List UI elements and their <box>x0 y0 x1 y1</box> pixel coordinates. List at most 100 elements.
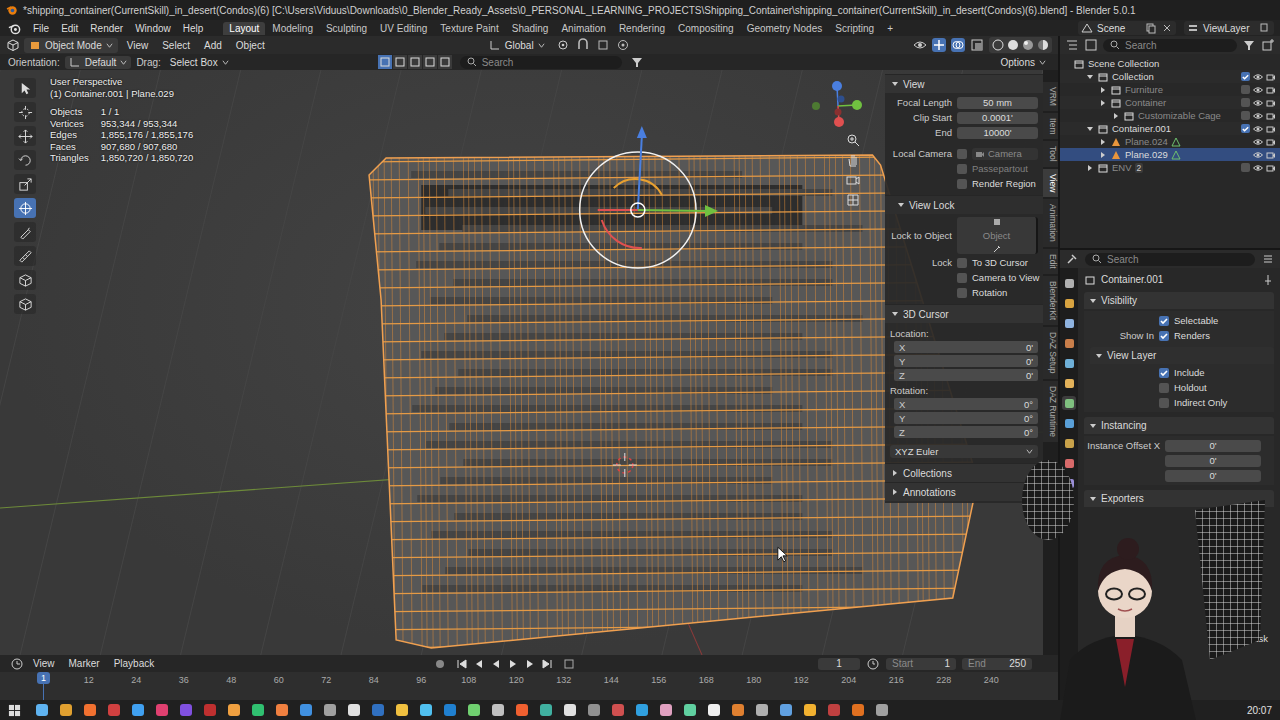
number-field[interactable]: 50 mm <box>957 97 1038 109</box>
select-mode-icon[interactable] <box>438 55 452 69</box>
checkbox[interactable] <box>957 288 967 298</box>
jump-start-icon[interactable] <box>455 657 469 671</box>
rotation-mode-dropdown[interactable]: XYZ Euler <box>890 445 1038 458</box>
transform-orientation-dropdown[interactable]: Global <box>484 38 550 53</box>
timeline-menu[interactable]: View <box>28 658 60 669</box>
number-field[interactable]: 10000' <box>957 127 1038 139</box>
add-workspace-button[interactable]: + <box>881 23 899 34</box>
taskbar-app-icon[interactable] <box>345 702 363 718</box>
tool-search-field[interactable]: Search <box>460 56 622 69</box>
taskbar-app-icon[interactable] <box>561 702 579 718</box>
exclude-checkbox[interactable] <box>1241 85 1250 94</box>
panel-header[interactable]: Collections <box>885 463 1043 482</box>
panel-header[interactable]: 3D Cursor <box>885 304 1043 323</box>
record-icon[interactable] <box>433 657 447 671</box>
render-camera-icon[interactable] <box>1266 111 1276 121</box>
cursor-tool-icon[interactable] <box>14 102 36 122</box>
eye-icon[interactable] <box>1253 98 1263 108</box>
panel-header[interactable]: Annotations <box>885 482 1043 501</box>
location-field[interactable]: X0' <box>894 341 1038 353</box>
taskbar-app-icon[interactable] <box>105 702 123 718</box>
render-camera-icon[interactable] <box>1266 124 1276 134</box>
editor-type-icon[interactable] <box>6 38 20 52</box>
header-menu[interactable]: Add <box>199 40 227 51</box>
pin-icon[interactable] <box>1262 274 1274 286</box>
options-icon[interactable] <box>1261 252 1275 266</box>
taskbar-app-icon[interactable] <box>465 702 483 718</box>
taskbar-app-icon[interactable] <box>441 702 459 718</box>
clock-icon[interactable] <box>866 657 880 671</box>
properties-tab-icon[interactable] <box>1062 436 1076 450</box>
offset-field[interactable]: 0' <box>1165 470 1261 482</box>
taskbar-app-icon[interactable] <box>801 702 819 718</box>
copy-icon[interactable] <box>1145 22 1157 34</box>
measure-tool-icon[interactable] <box>14 246 36 266</box>
frame-ruler[interactable]: 1224364860728496108120132144156168180192… <box>0 672 1058 700</box>
taskbar-app-icon[interactable] <box>57 702 75 718</box>
sidebar-tab[interactable]: BlenderKit <box>1043 276 1058 325</box>
play-reverse-icon[interactable] <box>489 657 503 671</box>
render-camera-icon[interactable] <box>1266 163 1276 173</box>
menu-item[interactable]: File <box>27 23 55 34</box>
workspace-tab[interactable]: Scripting <box>829 22 880 35</box>
panel-header[interactable]: Visibility <box>1084 292 1274 309</box>
disclosure-icon[interactable] <box>1086 164 1094 172</box>
rotation-field[interactable]: Z0° <box>894 426 1038 438</box>
taskbar-app-icon[interactable] <box>369 702 387 718</box>
disclosure-icon[interactable] <box>1099 151 1107 159</box>
header-menu[interactable]: View <box>122 40 154 51</box>
properties-tab-icon[interactable] <box>1062 276 1076 290</box>
taskbar-app-icon[interactable] <box>153 702 171 718</box>
workspace-tab[interactable]: Sculpting <box>320 22 373 35</box>
snap-target-icon[interactable] <box>596 38 610 52</box>
orientation-dropdown[interactable]: Default <box>65 56 132 69</box>
current-frame-field[interactable]: 1 <box>818 658 860 670</box>
workspace-tab[interactable]: Rendering <box>613 22 671 35</box>
checkbox[interactable] <box>957 179 967 189</box>
rotate-tool-icon[interactable] <box>14 150 36 170</box>
outliner-row[interactable]: Container <box>1060 96 1280 109</box>
properties-tab-icon[interactable] <box>1062 396 1076 410</box>
zoom-icon[interactable] <box>845 132 861 148</box>
taskbar-app-icon[interactable] <box>201 702 219 718</box>
properties-tab-icon[interactable] <box>1062 356 1076 370</box>
offset-field[interactable]: 0' <box>1165 440 1261 452</box>
visibility-icon[interactable] <box>913 38 927 52</box>
taskbar-app-icon[interactable] <box>537 702 555 718</box>
select-mode-icon[interactable] <box>378 55 392 69</box>
blender-menu-icon[interactable] <box>8 22 21 35</box>
eye-icon[interactable] <box>1253 150 1263 160</box>
filter-icon[interactable] <box>1242 38 1256 52</box>
location-field[interactable]: Y0' <box>894 355 1038 367</box>
disclosure-icon[interactable] <box>1086 73 1094 81</box>
outliner-search-field[interactable]: Search <box>1103 39 1237 52</box>
menu-item[interactable]: Render <box>84 23 129 34</box>
eye-icon[interactable] <box>1253 137 1263 147</box>
sidebar-tab[interactable]: DAZ Runtime <box>1043 381 1058 442</box>
outliner-editor-icon[interactable] <box>1065 38 1079 52</box>
render-camera-icon[interactable] <box>1266 150 1276 160</box>
select-tool-icon[interactable] <box>14 78 36 98</box>
rendered-shading-icon[interactable] <box>1036 38 1050 52</box>
grid-view-icon[interactable] <box>845 192 861 208</box>
disclosure-icon[interactable] <box>1099 86 1107 94</box>
exclude-checkbox[interactable] <box>1241 124 1250 133</box>
checkbox[interactable] <box>957 164 967 174</box>
disclosure-icon[interactable] <box>1099 99 1107 107</box>
rotation-field[interactable]: Y0° <box>894 412 1038 424</box>
close-icon[interactable] <box>1161 22 1173 34</box>
properties-search-field[interactable]: Search <box>1085 253 1255 266</box>
taskbar-app-icon[interactable] <box>633 702 651 718</box>
taskbar-app-icon[interactable] <box>849 702 867 718</box>
exclude-checkbox[interactable] <box>1241 98 1250 107</box>
taskbar-app-icon[interactable] <box>489 702 507 718</box>
outliner-row[interactable]: Customizable Cage <box>1060 109 1280 122</box>
eye-icon[interactable] <box>1253 163 1263 173</box>
camera-field[interactable]: Camera <box>972 148 1038 160</box>
workspace-tab[interactable]: UV Editing <box>374 22 433 35</box>
next-key-icon[interactable] <box>523 657 537 671</box>
panel-header[interactable]: Instancing <box>1084 417 1274 434</box>
timeline-menu[interactable]: Playback <box>109 658 160 669</box>
taskbar-app-icon[interactable] <box>777 702 795 718</box>
sidebar-tab[interactable]: Edit <box>1043 249 1058 274</box>
